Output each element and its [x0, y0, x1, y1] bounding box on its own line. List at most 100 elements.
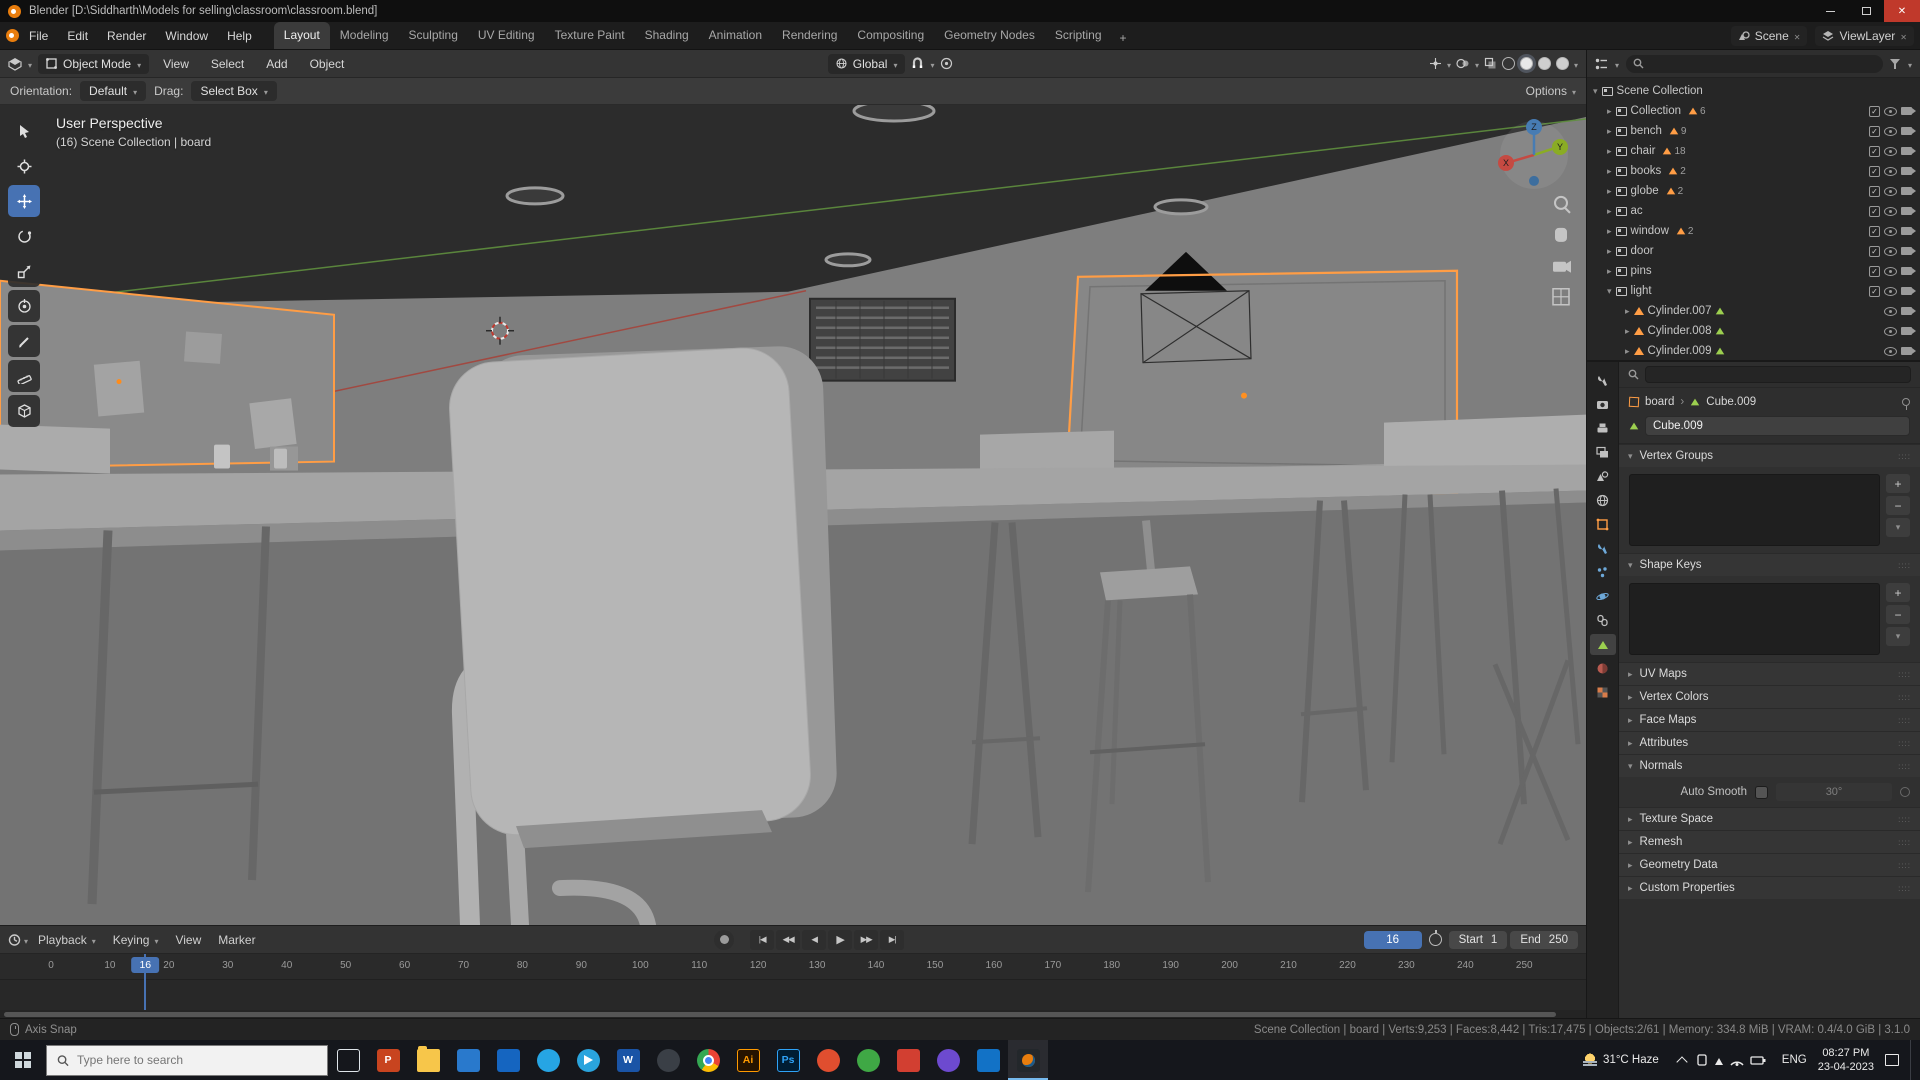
jump-to-start-button[interactable]: |◀ [750, 929, 775, 950]
panel-texture-space[interactable]: Texture Space [1619, 807, 1920, 830]
outliner-row-ac[interactable]: ac [1587, 201, 1920, 221]
tray-expand-icon[interactable] [1676, 1055, 1688, 1068]
exclude-checkbox-icon[interactable] [1869, 225, 1880, 237]
tab-compositing[interactable]: Compositing [847, 22, 934, 49]
expand-icon[interactable] [1607, 205, 1612, 217]
mode-dropdown[interactable]: Object Mode [38, 53, 150, 74]
outliner-row-chair[interactable]: chair 18 [1587, 141, 1920, 161]
tab-sculpting[interactable]: Sculpting [399, 22, 468, 49]
viewlayer-selector[interactable]: ViewLayer [1815, 25, 1914, 46]
outliner-row-collection[interactable]: Collection 6 [1587, 101, 1920, 121]
expand-icon[interactable] [1607, 245, 1612, 257]
telegram-icon[interactable] [568, 1040, 608, 1080]
outliner-row-scene-collection[interactable]: Scene Collection [1587, 81, 1920, 101]
outliner-row-window[interactable]: window 2 [1587, 221, 1920, 241]
app-icon-blue[interactable] [968, 1040, 1008, 1080]
tab-animation[interactable]: Animation [699, 22, 772, 49]
annotate-tool[interactable] [8, 325, 40, 357]
file-explorer-icon[interactable] [408, 1040, 448, 1080]
menu-select[interactable]: Select [203, 54, 252, 74]
menu-file[interactable]: File [20, 25, 57, 47]
taskbar-clock[interactable]: 08:27 PM 23-04-2023 [1818, 1046, 1874, 1075]
remove-viewlayer-icon[interactable] [1900, 29, 1907, 43]
menu-help[interactable]: Help [218, 25, 261, 47]
whatsapp-icon[interactable] [848, 1040, 888, 1080]
disable-render-icon[interactable] [1901, 307, 1916, 315]
exclude-checkbox-icon[interactable] [1869, 265, 1880, 277]
auto-keying-button[interactable] [714, 929, 735, 950]
brave-icon[interactable] [808, 1040, 848, 1080]
wall-vent[interactable] [809, 297, 956, 382]
play-button[interactable]: ▶ [828, 929, 853, 950]
menu-view-timeline[interactable]: View [168, 930, 208, 950]
exclude-checkbox-icon[interactable] [1869, 105, 1880, 117]
disable-render-icon[interactable] [1901, 167, 1916, 175]
timeline-editor-icon[interactable] [8, 933, 21, 946]
hide-viewport-icon[interactable] [1884, 146, 1897, 156]
mail-icon[interactable] [488, 1040, 528, 1080]
auto-smooth-angle-field[interactable]: 30° [1776, 783, 1892, 801]
expand-icon[interactable] [1607, 225, 1612, 237]
outliner-options-caret-icon[interactable] [1908, 57, 1912, 71]
panel-uv-maps[interactable]: UV Maps [1619, 662, 1920, 685]
panel-vertex-groups[interactable]: Vertex Groups [1619, 444, 1920, 467]
outliner-row-bench[interactable]: bench 9 [1587, 121, 1920, 141]
show-gizmo-icon[interactable] [1429, 57, 1442, 70]
tray-icons[interactable] [1697, 1052, 1771, 1068]
expand-icon[interactable] [1607, 145, 1612, 157]
expand-icon[interactable] [1607, 125, 1612, 137]
hide-viewport-icon[interactable] [1884, 106, 1897, 116]
menu-playback[interactable]: Playback [31, 930, 103, 950]
disable-render-icon[interactable] [1901, 107, 1916, 115]
expand-icon[interactable] [1625, 325, 1630, 337]
menu-window[interactable]: Window [156, 25, 217, 47]
hide-viewport-icon[interactable] [1884, 286, 1897, 296]
tab-rendering[interactable]: Rendering [772, 22, 847, 49]
gizmo-neg-z-axis[interactable] [1529, 175, 1539, 186]
frame-end-field[interactable]: End 250 [1510, 930, 1578, 949]
tab-modifiers[interactable] [1590, 538, 1616, 559]
tab-constraints[interactable] [1590, 610, 1616, 631]
tab-render[interactable] [1590, 394, 1616, 415]
tab-tool[interactable] [1590, 370, 1616, 391]
disable-render-icon[interactable] [1901, 287, 1916, 295]
select-box-tool[interactable] [8, 115, 40, 147]
action-center-icon[interactable] [1885, 1054, 1899, 1066]
auto-smooth-checkbox[interactable] [1755, 785, 1769, 799]
panel-geometry-data[interactable]: Geometry Data [1619, 853, 1920, 876]
weather-widget[interactable]: 31°C Haze [1575, 1040, 1667, 1080]
datablock-name-field[interactable] [1645, 416, 1910, 436]
properties-search-input[interactable] [1645, 366, 1911, 383]
add-workspace-button[interactable]: + [1112, 27, 1135, 49]
tab-object[interactable] [1590, 514, 1616, 535]
3d-viewport[interactable]: X Y Z User Perspective (16) Scene Collec… [0, 105, 1586, 925]
show-desktop-button[interactable] [1910, 1040, 1914, 1080]
editor-type-caret-icon[interactable] [28, 57, 32, 71]
transform-tool[interactable] [8, 290, 40, 322]
move-tool[interactable] [8, 185, 40, 217]
timeline-scrollbar[interactable] [4, 1011, 1556, 1017]
breadcrumb-object[interactable]: board [1645, 396, 1674, 408]
tab-texture[interactable] [1590, 682, 1616, 703]
app-icon-red[interactable] [888, 1040, 928, 1080]
exclude-checkbox-icon[interactable] [1869, 245, 1880, 257]
exclude-checkbox-icon[interactable] [1869, 185, 1880, 197]
frame-start-field[interactable]: Start 1 [1448, 930, 1508, 949]
panel-custom-properties[interactable]: Custom Properties [1619, 876, 1920, 899]
remove-shape-key-button[interactable] [1886, 605, 1910, 624]
outliner-row-door[interactable]: door [1587, 241, 1920, 261]
word-icon[interactable]: W [608, 1040, 648, 1080]
playhead-frame-chip[interactable]: 16 [131, 957, 160, 973]
outliner-editor-icon[interactable] [1595, 58, 1608, 70]
expand-icon[interactable] [1607, 165, 1612, 177]
disable-render-icon[interactable] [1901, 227, 1916, 235]
shape-key-specials-button[interactable] [1886, 627, 1910, 646]
chrome-icon[interactable] [688, 1040, 728, 1080]
shading-solid-icon[interactable] [1519, 57, 1533, 70]
tab-shading[interactable]: Shading [635, 22, 699, 49]
tab-output[interactable] [1590, 418, 1616, 439]
disable-render-icon[interactable] [1901, 247, 1916, 255]
app-icon-purple[interactable] [928, 1040, 968, 1080]
timeline-ruler-area[interactable]: 0 10 20 30 40 50 60 70 80 90 100 110 120 130 140 150 160… [0, 954, 1586, 1010]
jump-to-end-button[interactable]: ▶| [880, 929, 905, 950]
